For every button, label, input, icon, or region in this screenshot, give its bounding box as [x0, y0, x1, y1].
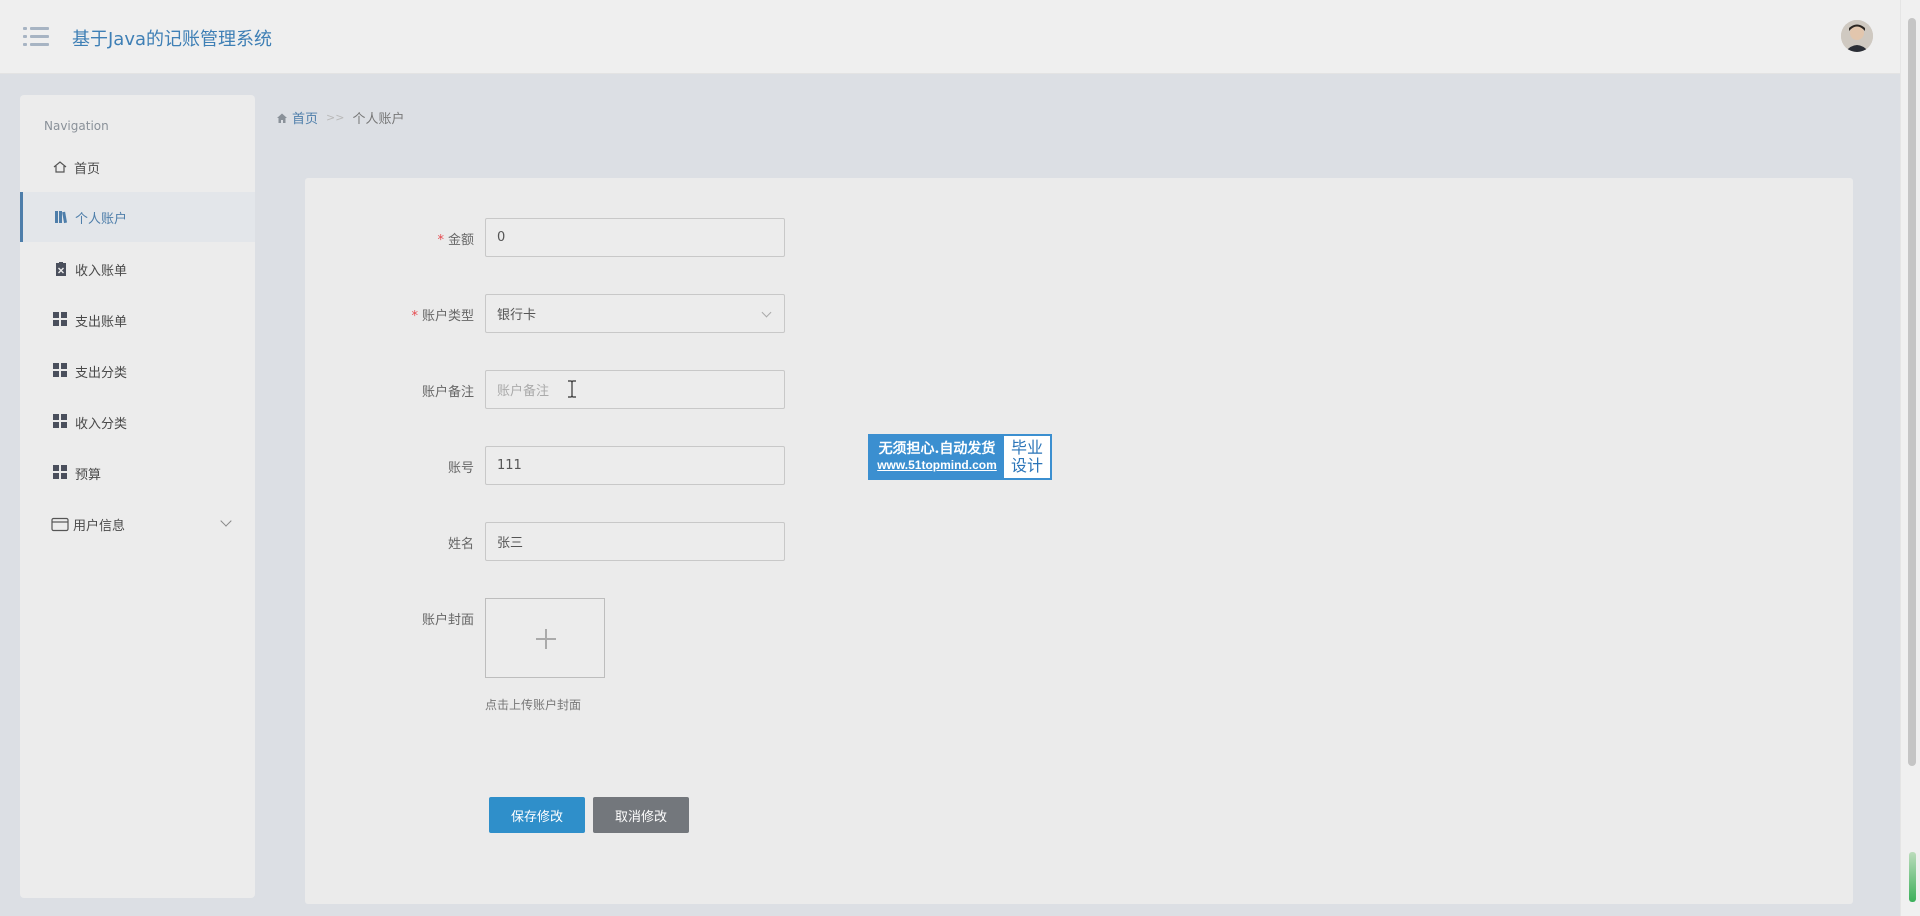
name-value: 张三: [497, 536, 524, 551]
sidebar-item-label: 支出分类: [75, 365, 128, 381]
watermark-line1: 无须担心.自动发货: [878, 440, 996, 457]
sidebar-item-expense-categories[interactable]: 支出分类: [20, 346, 255, 396]
watermark-url: www.51topmind.com: [877, 458, 997, 473]
name-input[interactable]: 张三: [485, 522, 785, 561]
breadcrumb-separator: >>: [326, 111, 345, 124]
sidebar-item-label: 预算: [75, 467, 102, 483]
page-scrollbar[interactable]: [1900, 0, 1920, 916]
sidebar: Navigation 首页 个人账户 收入账单 支出账单 支出分类 收入分类 预…: [20, 95, 255, 898]
sidebar-item-label: 首页: [74, 161, 101, 177]
sidebar-item-label: 个人账户: [75, 211, 128, 227]
home-icon: [52, 159, 68, 175]
breadcrumb-home[interactable]: 首页: [276, 108, 318, 127]
sidebar-item-home[interactable]: 首页: [20, 142, 255, 192]
sidebar-item-budget[interactable]: 预算: [20, 448, 255, 498]
grid-icon: [53, 465, 69, 481]
breadcrumb-current: 个人账户: [352, 112, 405, 127]
cover-upload-button[interactable]: [485, 598, 605, 678]
account-type-select[interactable]: 银行卡: [485, 294, 785, 333]
chevron-down-icon: [761, 307, 772, 318]
scrollbar-thumb[interactable]: [1908, 18, 1916, 766]
chevron-down-icon: [220, 515, 232, 527]
breadcrumb-home-label: 首页: [292, 112, 319, 127]
name-label: 姓名: [447, 537, 474, 552]
app-title: 基于Java的记账管理系统: [72, 29, 273, 50]
grid-icon: [53, 363, 69, 379]
top-header: 基于Java的记账管理系统: [0, 0, 1900, 74]
upload-hint: 点击上传账户封面: [485, 698, 582, 712]
amount-input[interactable]: 0: [485, 218, 785, 257]
breadcrumb: 首页 >> 个人账户: [276, 108, 404, 127]
hamburger-menu-icon[interactable]: [23, 26, 49, 48]
watermark-right2: 设计: [1010, 456, 1043, 475]
amount-value: 0: [497, 230, 506, 245]
required-mark: *: [411, 309, 418, 324]
account-type-value: 银行卡: [497, 308, 537, 323]
save-button[interactable]: 保存修改: [489, 797, 585, 833]
amount-label: * 金额: [437, 233, 474, 248]
sidebar-item-expense-bills[interactable]: 支出账单: [20, 295, 255, 345]
text-cursor-icon: [567, 380, 577, 398]
watermark-right1: 毕业: [1010, 438, 1043, 458]
grid-icon: [53, 312, 69, 328]
sidebar-item-label: 支出账单: [75, 314, 128, 330]
sidebar-item-label: 用户信息: [73, 518, 126, 534]
required-mark: *: [437, 233, 444, 248]
account-number-label: 账号: [447, 461, 474, 476]
account-type-label: * 账户类型: [411, 309, 474, 324]
book-icon: [53, 209, 69, 225]
sidebar-item-income-bills[interactable]: 收入账单: [20, 244, 255, 294]
account-number-input[interactable]: 111: [485, 446, 785, 485]
home-icon: [277, 113, 287, 123]
clipboard-icon: [53, 261, 69, 277]
cover-label: 账户封面: [421, 613, 474, 628]
remark-label: 账户备注: [421, 385, 474, 400]
scroll-indicator: [1909, 852, 1916, 902]
wallet-icon: [51, 516, 69, 532]
sidebar-item-label: 收入账单: [75, 263, 128, 279]
cancel-button[interactable]: 取消修改: [593, 797, 689, 833]
sidebar-item-user-info[interactable]: 用户信息: [20, 499, 255, 549]
sidebar-item-label: 收入分类: [75, 416, 128, 432]
user-avatar[interactable]: [1841, 20, 1873, 52]
watermark-badge: 无须担心.自动发货 www.51topmind.com 毕业 设计: [868, 434, 1052, 480]
sidebar-item-personal-account[interactable]: 个人账户: [20, 192, 255, 242]
sidebar-item-income-categories[interactable]: 收入分类: [20, 397, 255, 447]
account-number-value: 111: [497, 458, 522, 473]
nav-heading: Navigation: [44, 119, 109, 133]
remark-input[interactable]: 账户备注: [485, 370, 785, 409]
grid-icon: [53, 414, 69, 430]
remark-placeholder: 账户备注: [497, 384, 550, 399]
